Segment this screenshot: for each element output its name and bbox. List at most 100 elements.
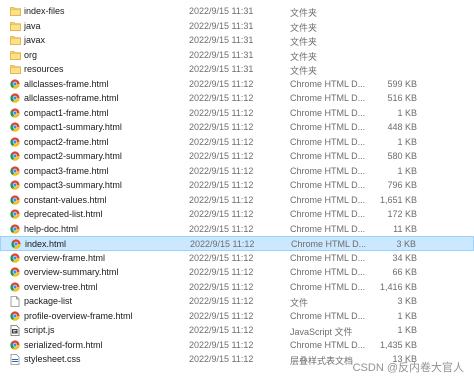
file-name: package-list bbox=[24, 296, 73, 306]
file-date: 2022/9/15 11:12 bbox=[189, 267, 254, 277]
file-date: 2022/9/15 11:12 bbox=[189, 310, 254, 321]
file-date: 2022/9/15 11:12 bbox=[189, 93, 254, 103]
file-name: constant-values.html bbox=[24, 194, 107, 205]
file-name: compact2-summary.html bbox=[24, 151, 122, 161]
file-type: 层叠样式表文档 bbox=[290, 356, 354, 366]
file-size: 1 KB bbox=[397, 165, 417, 176]
file-row[interactable]: allclasses-noframe.html 2022/9/15 11:12 Ch… bbox=[0, 91, 474, 106]
css-file-icon bbox=[10, 354, 21, 365]
file-row[interactable]: serialized-form.html 2022/9/15 11:12 Chrom… bbox=[0, 338, 474, 353]
file-date: 2022/9/15 11:12 bbox=[189, 325, 254, 335]
file-date: 2022/9/15 11:31 bbox=[189, 64, 254, 74]
file-row[interactable]: compact1-frame.html 2022/9/15 11:12 Chrome… bbox=[0, 106, 474, 121]
file-row[interactable]: index-files 2022/9/15 11:31 文件夹 bbox=[0, 4, 474, 19]
file-row[interactable]: compact3-frame.html 2022/9/15 11:12 Chrome… bbox=[0, 164, 474, 179]
file-type: JavaScript 文件 bbox=[290, 327, 353, 337]
file-type: Chrome HTML D... bbox=[290, 93, 366, 103]
file-type: Chrome HTML D... bbox=[290, 339, 366, 350]
file-type: Chrome HTML D... bbox=[290, 78, 366, 89]
folder-icon bbox=[10, 35, 21, 45]
file-row[interactable]: resources 2022/9/15 11:31 文件夹 bbox=[0, 62, 474, 77]
file-row[interactable]: org 2022/9/15 11:31 文件夹 bbox=[0, 48, 474, 63]
file-size: 66 KB bbox=[392, 267, 417, 277]
file-size: 580 KB bbox=[387, 151, 417, 161]
file-row[interactable]: package-list 2022/9/15 11:12 文件 3 KB bbox=[0, 294, 474, 309]
file-row[interactable]: script.js 2022/9/15 11:12 JavaScript 文件 1 K… bbox=[0, 323, 474, 338]
file-size: 11 KB bbox=[393, 223, 417, 234]
script-file-icon bbox=[10, 325, 21, 336]
chrome-icon bbox=[11, 239, 22, 249]
file-row[interactable]: overview-frame.html 2022/9/15 11:12 Chrome… bbox=[0, 251, 474, 266]
file-type: Chrome HTML D... bbox=[290, 252, 366, 263]
file-row[interactable]: java 2022/9/15 11:31 文件夹 bbox=[0, 19, 474, 34]
chrome-icon bbox=[10, 136, 21, 147]
file-name: stylesheet.css bbox=[24, 354, 81, 364]
file-name: index-files bbox=[24, 6, 65, 16]
file-size: 1 KB bbox=[397, 325, 417, 335]
chrome-icon bbox=[10, 78, 21, 89]
file-type: Chrome HTML D... bbox=[290, 267, 366, 277]
file-name: compact1-frame.html bbox=[24, 107, 109, 118]
file-type: Chrome HTML D... bbox=[291, 239, 367, 249]
file-row[interactable]: compact3-summary.html 2022/9/15 11:12 Chro… bbox=[0, 178, 474, 193]
blank-file-icon bbox=[10, 296, 21, 307]
chrome-icon bbox=[10, 339, 21, 350]
folder-icon bbox=[10, 6, 21, 16]
chrome-icon bbox=[10, 252, 21, 263]
file-size: 796 KB bbox=[387, 180, 417, 190]
file-date: 2022/9/15 11:12 bbox=[189, 151, 254, 161]
chrome-icon bbox=[10, 180, 21, 190]
file-row[interactable]: javax 2022/9/15 11:31 文件夹 bbox=[0, 33, 474, 48]
file-name: deprecated-list.html bbox=[24, 209, 103, 219]
file-row[interactable]: allclasses-frame.html 2022/9/15 11:12 Chro… bbox=[0, 77, 474, 92]
file-size: 3 KB bbox=[396, 239, 416, 249]
file-size: 516 KB bbox=[387, 93, 417, 103]
file-date: 2022/9/15 11:12 bbox=[189, 296, 254, 306]
file-size: 1,435 KB bbox=[379, 339, 417, 350]
file-type: Chrome HTML D... bbox=[290, 281, 366, 292]
chrome-icon bbox=[10, 107, 21, 118]
file-row[interactable]: constant-values.html 2022/9/15 11:12 Chrom… bbox=[0, 193, 474, 208]
file-row[interactable]: profile-overview-frame.html 2022/9/15 11:… bbox=[0, 309, 474, 324]
file-name: allclasses-noframe.html bbox=[24, 93, 119, 103]
file-type: Chrome HTML D... bbox=[290, 107, 366, 118]
file-type: Chrome HTML D... bbox=[290, 165, 366, 176]
file-row[interactable]: help-doc.html 2022/9/15 11:12 Chrome HTML … bbox=[0, 222, 474, 237]
file-type: 文件夹 bbox=[290, 37, 318, 47]
file-name: compact2-frame.html bbox=[24, 136, 109, 147]
file-row[interactable]: compact2-summary.html 2022/9/15 11:12 Chro… bbox=[0, 149, 474, 164]
file-date: 2022/9/15 11:12 bbox=[189, 122, 254, 132]
file-date: 2022/9/15 11:31 bbox=[189, 35, 254, 45]
file-size: 448 KB bbox=[387, 122, 417, 132]
file-row[interactable]: compact1-summary.html 2022/9/15 11:12 Chro… bbox=[0, 120, 474, 135]
file-date: 2022/9/15 11:12 bbox=[189, 281, 254, 292]
file-date: 2022/9/15 11:12 bbox=[190, 239, 255, 249]
file-type: 文件夹 bbox=[290, 66, 318, 76]
file-size: 34 KB bbox=[392, 252, 417, 263]
file-name: help-doc.html bbox=[24, 223, 79, 234]
file-name: profile-overview-frame.html bbox=[24, 310, 133, 321]
file-name: overview-frame.html bbox=[24, 252, 106, 263]
folder-icon bbox=[10, 50, 21, 60]
file-name: overview-tree.html bbox=[24, 281, 98, 292]
file-date: 2022/9/15 11:31 bbox=[189, 6, 254, 16]
file-type: Chrome HTML D... bbox=[290, 194, 366, 205]
chrome-icon bbox=[10, 223, 21, 234]
file-type: Chrome HTML D... bbox=[290, 223, 366, 234]
file-row[interactable]: compact2-frame.html 2022/9/15 11:12 Chrome… bbox=[0, 135, 474, 150]
file-row[interactable]: overview-tree.html 2022/9/15 11:12 Chrome … bbox=[0, 280, 474, 295]
file-row[interactable]: index.html 2022/9/15 11:12 Chrome HTML D..… bbox=[0, 236, 474, 251]
chrome-icon bbox=[10, 122, 21, 132]
file-type: Chrome HTML D... bbox=[290, 136, 366, 147]
file-name: index.html bbox=[25, 239, 67, 249]
file-row[interactable]: deprecated-list.html 2022/9/15 11:12 Chrom… bbox=[0, 207, 474, 222]
chrome-icon bbox=[10, 281, 21, 292]
file-row[interactable]: overview-summary.html 2022/9/15 11:12 Chro… bbox=[0, 265, 474, 280]
file-size: 172 KB bbox=[387, 209, 417, 219]
file-date: 2022/9/15 11:12 bbox=[189, 194, 254, 205]
file-date: 2022/9/15 11:12 bbox=[189, 180, 254, 190]
file-date: 2022/9/15 11:12 bbox=[189, 354, 254, 364]
file-size: 1 KB bbox=[397, 107, 417, 118]
file-type: 文件 bbox=[290, 298, 309, 308]
file-size: 1 KB bbox=[397, 136, 417, 147]
